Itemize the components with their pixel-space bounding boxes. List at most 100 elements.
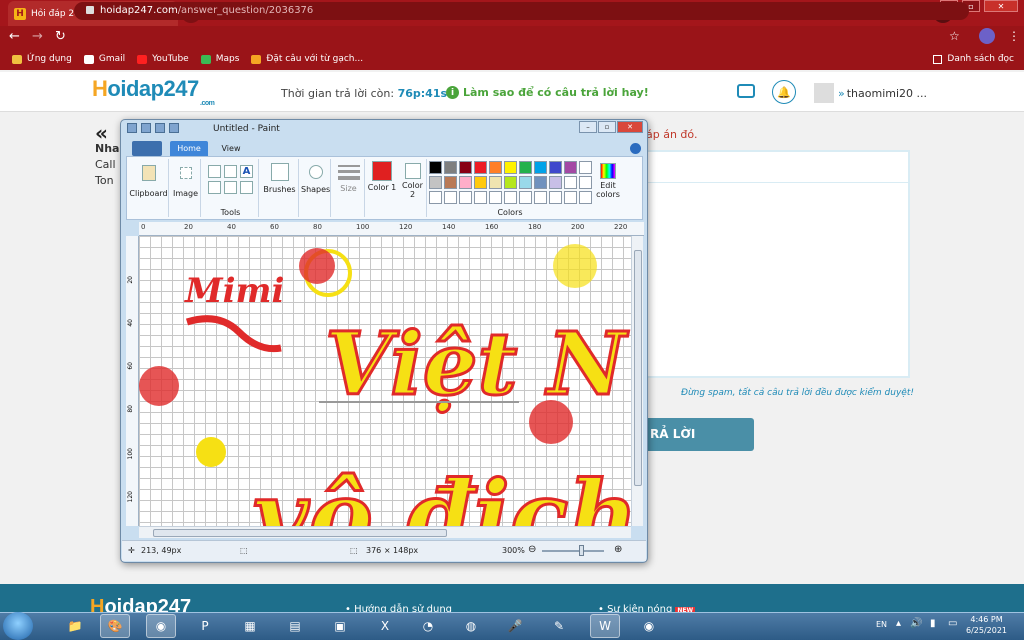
excel-icon[interactable]: X (370, 614, 400, 638)
text-tool-icon[interactable]: A (240, 165, 253, 178)
palette-swatch[interactable] (444, 176, 457, 189)
size-group[interactable]: Size (333, 159, 365, 217)
palette-swatch[interactable] (459, 191, 472, 204)
color-picker-icon[interactable] (224, 181, 237, 194)
color1-button[interactable]: Color 1 (367, 159, 397, 217)
tab-home[interactable]: Home (170, 141, 208, 156)
paint-maximize-button[interactable]: ▫ (598, 121, 616, 133)
paint-minimize-button[interactable]: – (579, 121, 597, 133)
vertical-scroll-thumb[interactable] (634, 250, 642, 486)
browser-menu-icon[interactable]: ⋮ (1008, 29, 1020, 43)
palette-swatch[interactable] (489, 176, 502, 189)
app-icon[interactable]: ▦ (235, 614, 265, 638)
palette-swatch[interactable] (549, 176, 562, 189)
chat-icon[interactable] (737, 84, 755, 98)
paint-window[interactable]: Untitled - Paint – ▫ ✕ Home View Clipboa… (120, 119, 648, 563)
start-button[interactable] (3, 612, 33, 640)
palette-swatch[interactable] (474, 176, 487, 189)
save-icon[interactable] (141, 123, 151, 133)
pencil-icon[interactable] (208, 165, 221, 178)
back-arrow-icon[interactable]: ← (9, 29, 20, 44)
help-icon[interactable] (630, 143, 641, 154)
user-menu[interactable]: » thaomimi20 ... (814, 83, 927, 103)
taskbar-clock[interactable]: 4:46 PM 6/25/2021 (966, 614, 1007, 636)
palette-swatch[interactable] (564, 176, 577, 189)
app-icon[interactable]: ◔ (413, 614, 443, 638)
bookmark-gmail[interactable]: Gmail (83, 54, 125, 64)
bookmark-dat-cau[interactable]: Đặt câu với từ gạch... (251, 54, 363, 64)
zoom-out-button[interactable]: ⊖ (528, 544, 536, 555)
brushes-group[interactable]: Brushes (261, 159, 299, 217)
shapes-group[interactable]: Shapes (301, 159, 331, 217)
show-hidden-icons[interactable]: ▴ (896, 618, 901, 629)
paint-titlebar[interactable]: Untitled - Paint – ▫ ✕ (121, 120, 647, 138)
palette-swatch[interactable] (579, 161, 592, 174)
palette-swatch[interactable] (429, 176, 442, 189)
palette-swatch[interactable] (444, 191, 457, 204)
palette-swatch[interactable] (564, 161, 577, 174)
edit-colors-button[interactable]: Edit colors (593, 159, 623, 217)
palette-swatch[interactable] (579, 191, 592, 204)
app-icon[interactable]: ◍ (456, 614, 486, 638)
tab-view[interactable]: View (216, 141, 246, 156)
back-chevron-icon[interactable]: « (95, 123, 119, 143)
palette-swatch[interactable] (519, 176, 532, 189)
palette-swatch[interactable] (564, 191, 577, 204)
paint-app-icon[interactable] (127, 123, 137, 133)
palette-swatch[interactable] (474, 161, 487, 174)
palette-swatch[interactable] (444, 161, 457, 174)
forward-arrow-icon[interactable]: → (32, 29, 43, 44)
palette-swatch[interactable] (474, 191, 487, 204)
image-group[interactable]: Image (171, 159, 201, 217)
palette-swatch[interactable] (504, 176, 517, 189)
file-explorer-icon[interactable]: 📁 (60, 614, 90, 638)
bookmark-youtube[interactable]: YouTube (137, 54, 189, 64)
paint-file-menu[interactable] (132, 141, 162, 156)
paint-close-button[interactable]: ✕ (617, 121, 643, 133)
app-icon[interactable]: ▣ (325, 614, 355, 638)
language-indicator[interactable]: EN (876, 620, 887, 629)
palette-swatch[interactable] (519, 191, 532, 204)
app-icon[interactable]: ✎ (544, 614, 574, 638)
horizontal-scrollbar[interactable] (139, 526, 631, 538)
answer-tips-link[interactable]: i Làm sao để có câu trả lời hay! (446, 86, 649, 99)
palette-swatch[interactable] (429, 191, 442, 204)
palette-swatch[interactable] (504, 161, 517, 174)
palette-swatch[interactable] (534, 176, 547, 189)
microphone-icon[interactable]: 🎤 (500, 614, 530, 638)
calculator-icon[interactable]: ▤ (280, 614, 310, 638)
undo-icon[interactable] (155, 123, 165, 133)
powerpoint-icon[interactable]: P (190, 614, 220, 638)
eraser-icon[interactable] (208, 181, 221, 194)
palette-swatch[interactable] (504, 191, 517, 204)
chrome-taskbar-icon[interactable]: ◉ (146, 614, 176, 638)
fill-icon[interactable] (224, 165, 237, 178)
palette-swatch[interactable] (489, 161, 502, 174)
bookmark-apps[interactable]: Ứng dụng (12, 54, 72, 64)
horizontal-scroll-thumb[interactable] (153, 529, 447, 537)
notification-bell-icon[interactable]: 🔔 (772, 80, 796, 104)
network-icon[interactable]: ▮ (930, 618, 936, 629)
answer-editor[interactable] (640, 150, 910, 378)
drawing-canvas[interactable]: Mimi Việt N vô địch (139, 236, 631, 526)
reading-list[interactable]: Danh sách đọc (933, 48, 1014, 70)
magnifier-icon[interactable] (240, 181, 253, 194)
redo-icon[interactable] (169, 123, 179, 133)
color2-button[interactable]: Color 2 (399, 159, 427, 217)
palette-swatch[interactable] (459, 176, 472, 189)
paint-taskbar-icon[interactable]: 🎨 (100, 614, 130, 638)
palette-swatch[interactable] (534, 191, 547, 204)
zoom-slider-thumb[interactable] (579, 545, 584, 556)
clipboard-group[interactable]: Clipboard (129, 159, 169, 217)
palette-swatch[interactable] (549, 161, 562, 174)
palette-swatch[interactable] (459, 161, 472, 174)
palette-swatch[interactable] (579, 176, 592, 189)
palette-swatch[interactable] (489, 191, 502, 204)
site-logo[interactable]: Hoidap247 .com (92, 76, 215, 107)
palette-swatch[interactable] (429, 161, 442, 174)
reload-icon[interactable]: ↻ (55, 29, 66, 44)
zoom-slider-track[interactable] (542, 550, 604, 552)
battery-icon[interactable]: ▭ (948, 618, 957, 629)
palette-swatch[interactable] (549, 191, 562, 204)
app-icon[interactable]: ◉ (634, 614, 664, 638)
